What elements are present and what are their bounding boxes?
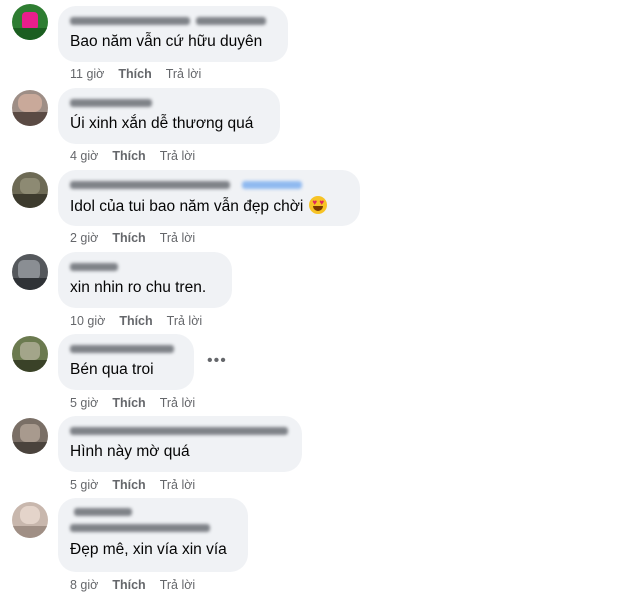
commenter-name-blurred[interactable] xyxy=(70,96,268,110)
avatar[interactable] xyxy=(12,90,48,126)
comment-time[interactable]: 5 giờ xyxy=(70,478,98,492)
like-button[interactable]: Thích xyxy=(112,396,145,410)
commenter-name-blurred[interactable] xyxy=(70,178,348,192)
reply-button[interactable]: Trả lời xyxy=(166,67,202,81)
avatar[interactable] xyxy=(12,418,48,454)
comment-text: Bén qua troi xyxy=(70,361,154,378)
comment-text: Hình này mờ quá xyxy=(70,443,190,460)
comment-text: Idol của tui bao năm vẫn đẹp chời ♥ ♥ xyxy=(70,196,348,217)
commenter-name-blurred[interactable] xyxy=(70,260,220,274)
comment-actions: 10 giờ Thích Trả lời xyxy=(70,314,216,328)
avatar[interactable] xyxy=(12,4,48,40)
reply-button[interactable]: Trả lời xyxy=(160,231,196,245)
commenter-name-blurred[interactable] xyxy=(70,342,182,356)
comment-text: Bao năm vẫn cứ hữu duyên xyxy=(70,33,263,50)
comment-bubble: Hình này mờ quá xyxy=(58,416,302,472)
reply-button[interactable]: Trả lời xyxy=(160,149,196,163)
commenter-name-blurred[interactable] xyxy=(70,14,276,28)
comment-time[interactable]: 2 giờ xyxy=(70,231,98,245)
comment-actions: 5 giờ Thích Trả lời xyxy=(70,396,209,410)
commenter-name-blurred[interactable] xyxy=(70,424,290,438)
comment-bubble: xin nhin ro chu tren. xyxy=(58,252,232,308)
avatar[interactable] xyxy=(12,254,48,290)
comment-bubble: Úi xinh xắn dễ thương quá xyxy=(58,88,280,144)
comment-actions: 11 giờ Thích Trả lời xyxy=(70,67,215,81)
comment-time[interactable]: 8 giờ xyxy=(70,578,98,592)
comment-actions: 4 giờ Thích Trả lời xyxy=(70,149,209,163)
commenter-name-blurred[interactable] xyxy=(70,506,236,536)
comment-text: Úi xinh xắn dễ thương quá xyxy=(70,115,254,132)
comment-text: Đẹp mê, xin vía xin vía xyxy=(70,541,227,558)
like-button[interactable]: Thích xyxy=(112,578,145,592)
avatar[interactable] xyxy=(12,502,48,538)
comment-time[interactable]: 4 giờ xyxy=(70,149,98,163)
comment-text: xin nhin ro chu tren. xyxy=(70,279,207,296)
heart-eyes-emoji-icon: ♥ ♥ xyxy=(309,196,328,214)
comment-time[interactable]: 10 giờ xyxy=(70,314,105,328)
comment-actions: 5 giờ Thích Trả lời xyxy=(70,478,209,492)
reply-button[interactable]: Trả lời xyxy=(167,314,203,328)
comment-bubble: Idol của tui bao năm vẫn đẹp chời ♥ ♥ xyxy=(58,170,360,226)
comment-bubble: Bao năm vẫn cứ hữu duyên xyxy=(58,6,288,62)
avatar[interactable] xyxy=(12,336,48,372)
avatar[interactable] xyxy=(12,172,48,208)
like-button[interactable]: Thích xyxy=(112,478,145,492)
reply-button[interactable]: Trả lời xyxy=(160,478,196,492)
comment-time[interactable]: 11 giờ xyxy=(70,67,104,81)
comment-time[interactable]: 5 giờ xyxy=(70,396,98,410)
comment-actions: 8 giờ Thích Trả lời xyxy=(70,578,209,592)
comment-bubble: Đẹp mê, xin vía xin vía xyxy=(58,498,248,572)
like-button[interactable]: Thích xyxy=(118,67,151,81)
like-button[interactable]: Thích xyxy=(119,314,152,328)
comment-bubble: Bén qua troi xyxy=(58,334,194,390)
more-options-icon[interactable]: ••• xyxy=(207,352,227,370)
like-button[interactable]: Thích xyxy=(112,149,145,163)
comment-actions: 2 giờ Thích Trả lời xyxy=(70,231,209,245)
reply-button[interactable]: Trả lời xyxy=(160,578,196,592)
reply-button[interactable]: Trả lời xyxy=(160,396,196,410)
like-button[interactable]: Thích xyxy=(112,231,145,245)
